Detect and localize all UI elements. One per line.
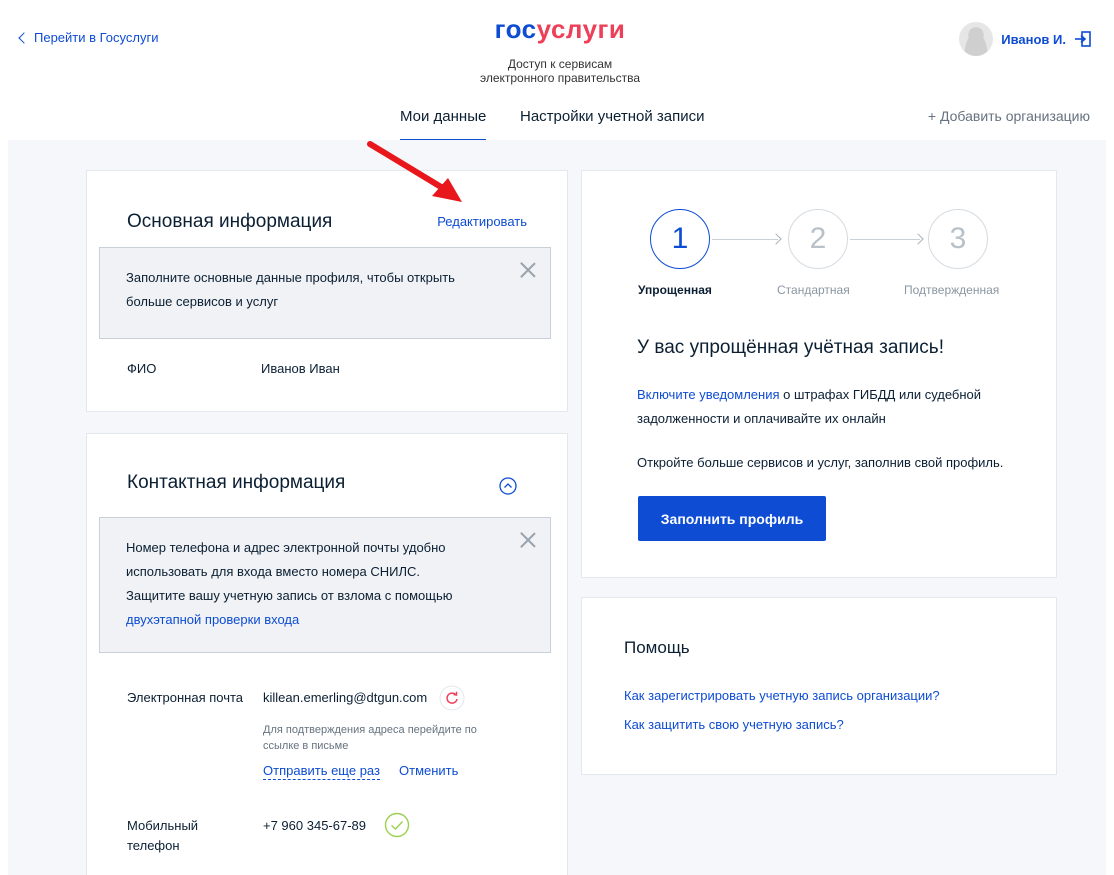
notify-text-rest: о штрафах ГИБДД или судебной — [779, 387, 982, 402]
step-connector — [712, 239, 778, 240]
tab-my-data[interactable]: Мои данные — [400, 108, 487, 142]
enable-notifications-link[interactable]: Включите уведомления — [637, 387, 780, 402]
notice-text-line1: Заполните основные данные профиля, чтобы… — [126, 270, 455, 285]
header: Перейти в Госуслуги госуслуги Доступ к с… — [0, 0, 1114, 142]
step-3-circle: 3 — [928, 209, 988, 269]
basic-info-title: Основная информация — [127, 211, 333, 232]
user-name[interactable]: Иванов И. — [1001, 32, 1066, 47]
tabs: Мои данные Настройки учетной записи + До… — [0, 108, 1114, 142]
arrow-right-icon — [770, 233, 782, 245]
cancel-link[interactable]: Отменить — [399, 762, 458, 779]
step-3-label: Подтвержденная — [904, 283, 1000, 297]
logo-subtitle-line1: Доступ к сервисам — [507, 57, 613, 71]
close-icon[interactable] — [520, 532, 536, 548]
step-connector — [850, 239, 920, 240]
notice-text-line2: использовать для входа вместо номера СНИ… — [126, 564, 421, 579]
chevron-up-icon[interactable] — [499, 477, 517, 495]
notify-text-line2: задолженности и оплачивайте их онлайн — [637, 411, 886, 426]
step-2-circle: 2 — [788, 209, 848, 269]
contact-info-notice: Номер телефона и адрес электронной почты… — [99, 517, 551, 653]
back-link-label: Перейти в Госуслуги — [34, 30, 159, 45]
help-link-register-org[interactable]: Как зарегистрировать учетную запись орга… — [624, 688, 940, 703]
help-card: Помощь Как зарегистрировать учетную запи… — [581, 597, 1057, 775]
logo-uslugi: услуги — [536, 14, 626, 44]
contact-info-card: Контактная информация Номер телефона и а… — [86, 433, 568, 875]
email-hint-line1: Для подтверждения адреса перейдите по — [263, 724, 477, 736]
logo-gos: гос — [494, 14, 537, 44]
logo-subtitle: Доступ к сервисам электронного правитель… — [440, 57, 680, 85]
account-level-title: У вас упрощённая учётная запись! — [637, 337, 944, 358]
email-hint-line2: ссылке в письме — [263, 740, 349, 752]
step-1-circle: 1 — [650, 209, 710, 269]
user-menu[interactable]: Иванов И. — [959, 22, 1092, 56]
close-icon[interactable] — [520, 262, 536, 278]
help-title: Помощь — [624, 638, 690, 657]
two-step-verification-link[interactable]: двухэтапной проверки входа — [126, 608, 470, 632]
resend-link[interactable]: Отправить еще раз — [263, 762, 380, 780]
notice-text-line3: Защитите вашу учетную запись от взлома с… — [126, 588, 453, 603]
fio-value: Иванов Иван — [261, 361, 340, 376]
notice-text-line2: больше сервисов и услуг — [126, 294, 279, 309]
email-label: Электронная почта — [127, 690, 244, 705]
notice-text-line1: Номер телефона и адрес электронной почты… — [126, 540, 446, 555]
arrow-right-icon — [912, 233, 924, 245]
back-to-gosuslugi-link[interactable]: Перейти в Госуслуги — [18, 30, 159, 45]
contact-info-title: Контактная информация — [127, 472, 346, 493]
basic-info-card: Основная информация Редактировать Заполн… — [86, 170, 568, 412]
account-level-card: 1 2 3 Упрощенная Стандартная Подтвержден… — [581, 170, 1057, 578]
logout-icon[interactable] — [1074, 30, 1092, 48]
notify-text-line1: Включите уведомления о штрафах ГИБДД или… — [637, 383, 1037, 407]
gosuslugi-logo[interactable]: госуслуги — [470, 14, 650, 44]
avatar[interactable] — [959, 22, 994, 56]
fio-label: ФИО — [127, 361, 157, 376]
phone-label-line1: Мобильный — [127, 818, 199, 833]
content-area: Основная информация Редактировать Заполн… — [8, 140, 1106, 875]
annotation-arrow-icon — [367, 141, 462, 202]
phone-value: +7 960 345-67-89 — [263, 818, 367, 833]
help-link-protect-account[interactable]: Как защитить свою учетную запись? — [624, 717, 844, 732]
phone-label: Мобильный телефон — [127, 816, 198, 856]
edit-link[interactable]: Редактировать — [437, 214, 527, 229]
profile-text: Откройте больше сервисов и услуг, заполн… — [637, 455, 1004, 470]
logo-subtitle-line2: электронного правительства — [479, 71, 641, 85]
step-2-label: Стандартная — [777, 283, 850, 297]
phone-label-line2: телефон — [127, 838, 180, 853]
refresh-icon[interactable] — [439, 685, 465, 711]
chevron-left-icon — [18, 32, 30, 44]
tab-account-settings[interactable]: Настройки учетной записи — [520, 108, 705, 142]
add-organization-link[interactable]: + Добавить организацию — [928, 108, 1090, 124]
basic-info-notice: Заполните основные данные профиля, чтобы… — [99, 247, 551, 339]
email-value: killean.emerling@dtgun.com — [263, 690, 428, 705]
step-1-label: Упрощенная — [638, 283, 712, 297]
email-hint: Для подтверждения адреса перейдите по сс… — [263, 722, 477, 754]
check-icon — [384, 812, 410, 838]
fill-profile-button[interactable]: Заполнить профиль — [638, 496, 826, 541]
notify-text: Включите уведомления о штрафах ГИБДД или… — [637, 383, 1037, 431]
